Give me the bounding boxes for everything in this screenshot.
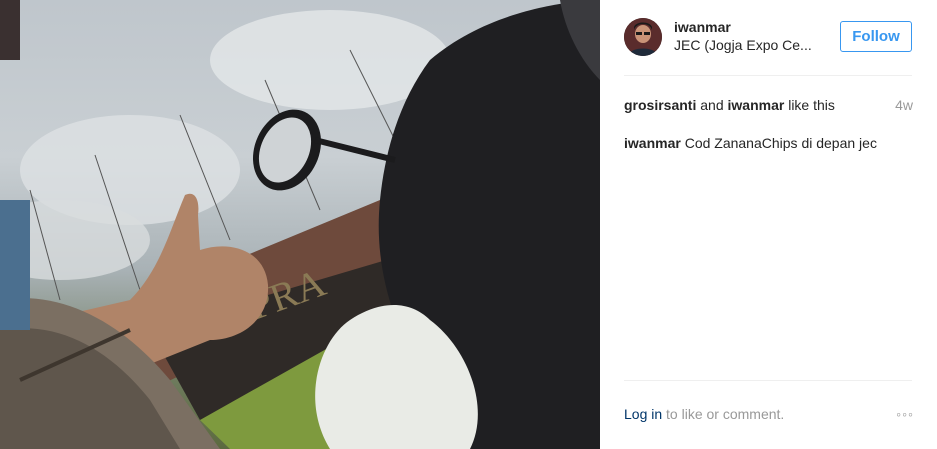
post-photo-illustration: PRA [0, 0, 600, 449]
post-username[interactable]: iwanmar [674, 19, 731, 35]
post-details-panel: iwanmar JEC (Jogja Expo Ce... Follow gro… [601, 0, 937, 449]
header-divider [624, 75, 912, 76]
post-footer: Log in to like or comment. ◦◦◦ [624, 406, 914, 426]
footer-divider [624, 380, 912, 381]
post-header: iwanmar JEC (Jogja Expo Ce... Follow [624, 16, 914, 58]
follow-button[interactable]: Follow [840, 21, 912, 52]
post-location[interactable]: JEC (Jogja Expo Ce... [674, 37, 812, 53]
post-age[interactable]: 4w [895, 97, 913, 113]
likes-user-1[interactable]: grosirsanti [624, 97, 696, 113]
caption-text: Cod ZananaChips di depan jec [684, 135, 877, 151]
likes-connector: and [696, 97, 728, 113]
login-link[interactable]: Log in [624, 406, 662, 422]
likes-line: grosirsanti and iwanmar like this [624, 97, 914, 113]
post-caption: iwanmar Cod ZananaChips di depan jec [624, 135, 914, 151]
post-photo: PRA [0, 0, 600, 449]
likes-user-2[interactable]: iwanmar [728, 97, 785, 113]
likes-suffix: like this [784, 97, 835, 113]
login-suffix: to like or comment. [662, 406, 785, 422]
caption-author[interactable]: iwanmar [624, 135, 681, 151]
avatar-image [624, 18, 662, 56]
user-avatar[interactable] [624, 18, 662, 56]
more-dots-icon[interactable]: ◦◦◦ [896, 406, 914, 422]
